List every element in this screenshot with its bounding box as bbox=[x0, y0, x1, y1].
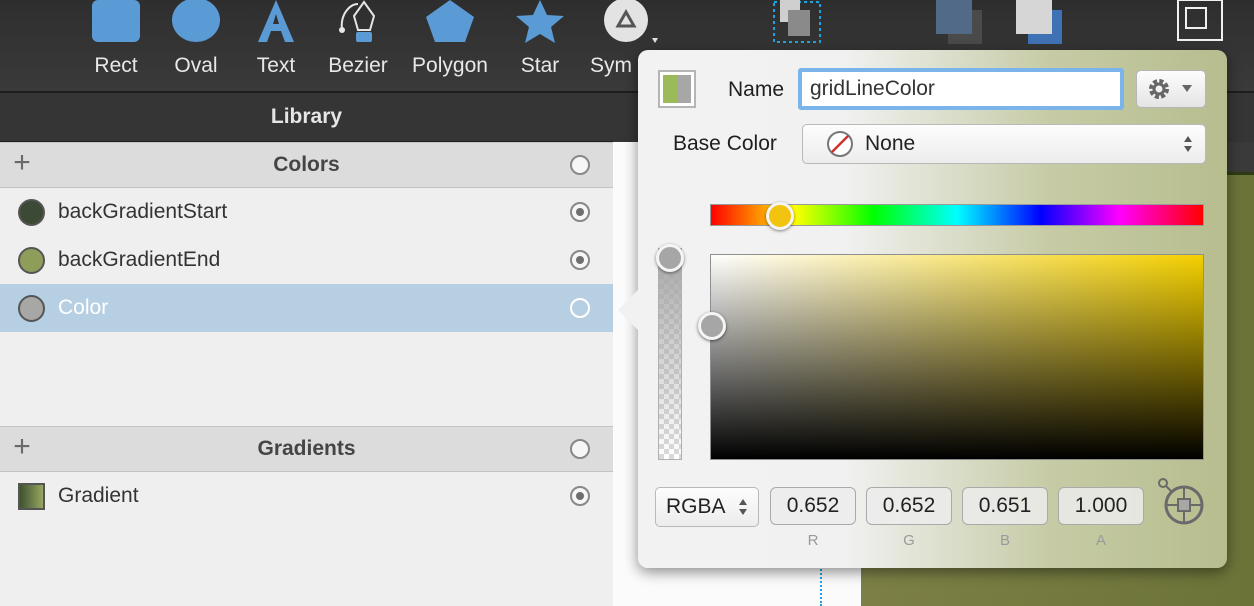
current-color-swatch bbox=[678, 75, 691, 103]
library-panel: Library + Colors backGradientStart backG… bbox=[0, 92, 613, 606]
text-tool-button[interactable]: Text bbox=[234, 0, 318, 92]
color-name-input[interactable] bbox=[798, 68, 1124, 110]
color-item-backgradientend[interactable]: backGradientEnd bbox=[0, 236, 613, 284]
color-item-color[interactable]: Color bbox=[0, 284, 613, 332]
blue-component-label: B bbox=[999, 532, 1010, 549]
base-color-label: Base Color bbox=[673, 132, 777, 155]
settings-menu-button[interactable] bbox=[1136, 70, 1206, 108]
rect-tool-label: Rect bbox=[94, 54, 138, 77]
blue-component-field[interactable]: 0.651 bbox=[962, 487, 1048, 525]
color-item-label: Color bbox=[58, 296, 109, 319]
saturation-brightness-field[interactable] bbox=[710, 254, 1204, 460]
color-preview-swatch bbox=[658, 70, 696, 108]
red-component-field[interactable]: 0.652 bbox=[770, 487, 856, 525]
bezier-icon bbox=[339, 0, 376, 42]
red-component-label: R bbox=[807, 532, 819, 549]
alpha-component-field[interactable]: 1.000 bbox=[1058, 487, 1144, 525]
gradient-swatch bbox=[18, 483, 45, 510]
oval-tool-label: Oval bbox=[174, 54, 218, 77]
gradients-section-toggle[interactable] bbox=[570, 439, 590, 459]
polygon-tool-label: Polygon bbox=[412, 54, 488, 77]
polygon-tool-button[interactable]: Polygon bbox=[408, 0, 492, 92]
updown-arrows-icon bbox=[1184, 136, 1192, 152]
polygon-icon bbox=[426, 0, 474, 42]
saturation-brightness-knob[interactable] bbox=[698, 312, 726, 340]
group-icon[interactable] bbox=[772, 0, 824, 46]
color-mode-select[interactable]: RGBA bbox=[655, 487, 759, 527]
gradient-item-label: Gradient bbox=[58, 484, 139, 507]
color-mode-value: RGBA bbox=[666, 495, 726, 518]
rect-icon bbox=[92, 0, 140, 42]
green-component-label: G bbox=[903, 532, 915, 549]
bezier-tool-label: Bezier bbox=[328, 54, 388, 77]
no-color-icon bbox=[827, 131, 853, 157]
color-swatch bbox=[18, 295, 45, 322]
alpha-slider-knob[interactable] bbox=[656, 244, 684, 272]
chevron-down-icon bbox=[1182, 85, 1192, 92]
text-tool-label: Text bbox=[256, 54, 296, 77]
bring-forward-icon[interactable] bbox=[1012, 0, 1068, 46]
color-link-radio[interactable] bbox=[570, 202, 590, 222]
text-icon bbox=[258, 0, 294, 42]
base-color-select[interactable]: None bbox=[802, 124, 1206, 164]
hue-slider-knob[interactable] bbox=[766, 202, 794, 230]
color-popover: Name Base Color None RGBA 0.652 R 0.652 … bbox=[618, 50, 1227, 568]
eyedropper-button[interactable] bbox=[1158, 478, 1208, 528]
symbol-icon bbox=[604, 0, 658, 43]
gradients-section-header: + Gradients bbox=[0, 426, 613, 472]
gear-icon bbox=[1149, 79, 1192, 99]
previous-color-swatch bbox=[663, 75, 678, 103]
send-backward-icon[interactable] bbox=[932, 0, 988, 46]
color-link-radio[interactable] bbox=[570, 298, 590, 318]
popover-arrow bbox=[618, 290, 638, 330]
colors-section-toggle[interactable] bbox=[570, 155, 590, 175]
name-label: Name bbox=[728, 78, 785, 101]
alpha-component-label: A bbox=[1095, 532, 1106, 549]
gradient-link-radio[interactable] bbox=[570, 486, 590, 506]
base-color-value: None bbox=[865, 132, 916, 155]
colors-section-title: Colors bbox=[273, 153, 340, 176]
green-component-field[interactable]: 0.652 bbox=[866, 487, 952, 525]
alpha-slider[interactable] bbox=[658, 248, 682, 460]
rect-tool-button[interactable]: Rect bbox=[74, 0, 158, 92]
color-swatch bbox=[18, 247, 45, 274]
color-link-radio[interactable] bbox=[570, 250, 590, 270]
color-item-label: backGradientStart bbox=[58, 200, 228, 223]
color-item-label: backGradientEnd bbox=[58, 248, 221, 271]
star-icon bbox=[516, 0, 564, 43]
color-swatch bbox=[18, 199, 45, 226]
gradient-item-gradient[interactable]: Gradient bbox=[0, 472, 613, 520]
oval-tool-button[interactable]: Oval bbox=[154, 0, 238, 92]
star-tool-button[interactable]: Star bbox=[498, 0, 582, 92]
library-header: Library bbox=[0, 92, 613, 142]
crosshair-picker-icon bbox=[1158, 478, 1204, 525]
mask-icon[interactable] bbox=[1172, 0, 1228, 46]
oval-icon bbox=[172, 0, 220, 42]
color-item-backgradientstart[interactable]: backGradientStart bbox=[0, 188, 613, 236]
updown-arrows-icon bbox=[739, 499, 747, 515]
star-tool-label: Star bbox=[520, 54, 560, 77]
colors-section-header: + Colors bbox=[0, 142, 613, 188]
gradients-section-title: Gradients bbox=[257, 437, 356, 460]
bezier-tool-button[interactable]: Bezier bbox=[316, 0, 400, 92]
